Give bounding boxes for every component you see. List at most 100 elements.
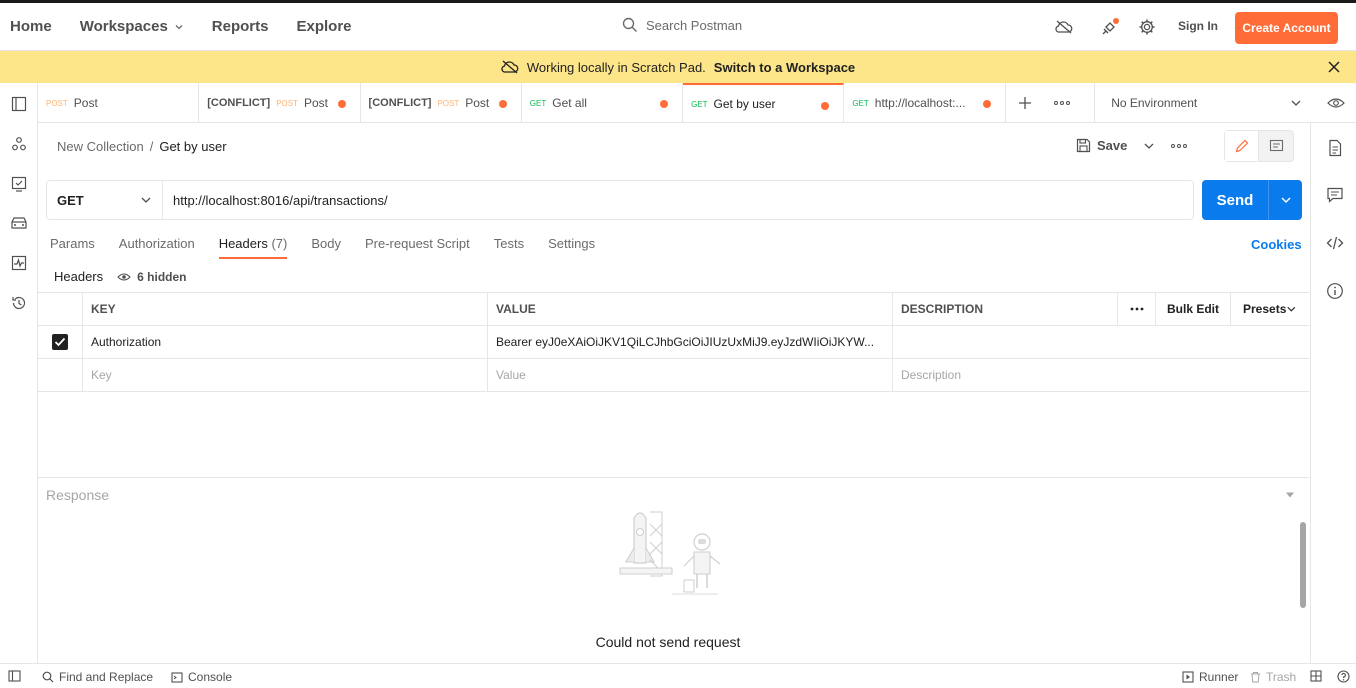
nav-reports[interactable]: Reports [212, 18, 269, 35]
console-icon [171, 671, 183, 683]
send-options-button[interactable] [1269, 180, 1302, 220]
send-button[interactable]: Send [1202, 180, 1269, 220]
code-icon[interactable] [1326, 234, 1344, 252]
header-description-cell[interactable] [893, 326, 1309, 358]
save-label: Save [1097, 138, 1128, 153]
description-input[interactable]: Description [893, 359, 1309, 391]
breadcrumb-request[interactable]: Get by user [159, 139, 226, 154]
tab-authorization[interactable]: Authorization [119, 236, 195, 259]
response-panel-header[interactable]: Response [38, 477, 1309, 511]
cloud-off-icon [501, 60, 519, 74]
tab-method: GET [691, 99, 708, 109]
find-replace-label: Find and Replace [59, 670, 154, 684]
save-button[interactable]: Save [1076, 138, 1127, 153]
tab-params[interactable]: Params [50, 236, 95, 259]
tab-conflict-post[interactable]: [CONFLICT] POST Post [361, 83, 522, 123]
chevron-down-icon [1287, 306, 1296, 312]
create-account-button[interactable]: Create Account [1235, 12, 1338, 44]
method-label: GET [57, 192, 84, 208]
tab-headers[interactable]: Headers (7) [218, 236, 288, 259]
layout-icon[interactable] [1310, 670, 1322, 682]
more-icon[interactable] [1053, 100, 1070, 105]
history-icon[interactable] [10, 294, 28, 312]
method-select[interactable]: GET [47, 181, 163, 219]
nav-explore[interactable]: Explore [296, 18, 351, 35]
presets-dropdown[interactable]: Presets [1231, 293, 1309, 325]
nav-home[interactable]: Home [10, 18, 52, 35]
satellite-icon[interactable] [1100, 17, 1120, 37]
table-more-button[interactable] [1118, 293, 1156, 325]
header-key-cell[interactable]: Authorization [83, 326, 488, 358]
apis-icon[interactable] [10, 135, 28, 153]
tab-method: GET [529, 98, 547, 108]
edit-mode-button[interactable] [1225, 131, 1259, 161]
chevron-down-icon[interactable] [1143, 140, 1155, 152]
key-input[interactable]: Key [83, 359, 488, 391]
comment-mode-button[interactable] [1259, 131, 1293, 161]
collections-icon[interactable] [10, 95, 28, 113]
documentation-icon[interactable] [1326, 139, 1344, 157]
tab-label: Post [73, 96, 98, 110]
url-input[interactable]: http://localhost:8016/api/transactions/ [163, 193, 388, 208]
nav-workspaces[interactable]: Workspaces [80, 18, 184, 35]
tab-actions [1006, 83, 1096, 122]
monitors-icon[interactable] [10, 254, 28, 272]
switch-workspace-link[interactable]: Switch to a Workspace [714, 60, 855, 75]
mock-servers-icon[interactable] [10, 214, 28, 232]
environment-select[interactable]: No Environment [1095, 83, 1316, 122]
runner-button[interactable]: Runner [1182, 670, 1238, 684]
find-replace-button[interactable]: Find and Replace [42, 670, 153, 684]
sign-in-link[interactable]: Sign In [1178, 19, 1218, 33]
comments-icon[interactable] [1326, 186, 1344, 204]
column-value: VALUE [488, 293, 893, 325]
tab-method: GET [852, 98, 869, 108]
header-value-cell[interactable]: Bearer eyJ0eXAiOiJKV1QiLCJhbGciOiJIUzUxM… [488, 326, 893, 358]
response-scrollbar[interactable] [1300, 522, 1306, 608]
bulk-edit-button[interactable]: Bulk Edit [1156, 293, 1231, 325]
search-icon [42, 671, 54, 683]
tab-get-localhost[interactable]: GET http://localhost:... [844, 83, 1006, 123]
tab-get-all[interactable]: GET Get all [522, 83, 684, 123]
tab-label: Get by user [713, 97, 776, 111]
view-mode-toggle [1224, 130, 1294, 162]
tab-headers-label: Headers [218, 236, 268, 251]
banner-text: Working locally in Scratch Pad. [526, 59, 706, 75]
left-sidebar [0, 83, 38, 663]
headers-subheader: Headers 6 hidden [54, 269, 186, 284]
request-url-bar: GET http://localhost:8016/api/transactio… [46, 180, 1194, 220]
environment-quick-look[interactable] [1316, 83, 1356, 122]
environments-icon[interactable] [10, 175, 28, 193]
hidden-headers-count: 6 hidden [137, 269, 187, 284]
trash-button[interactable]: Trash [1250, 670, 1296, 684]
search-postman[interactable]: Search Postman [622, 17, 742, 33]
more-icon[interactable] [1171, 143, 1188, 148]
info-icon[interactable] [1326, 282, 1344, 300]
comment-icon [1269, 139, 1283, 152]
close-icon[interactable] [1326, 59, 1342, 75]
trash-icon [1251, 672, 1260, 683]
tab-body[interactable]: Body [311, 236, 341, 259]
tab-post[interactable]: POST Post [38, 83, 200, 123]
tab-get-by-user[interactable]: GET Get by user [683, 83, 845, 123]
tab-label: Get all [552, 96, 587, 110]
tab-tests[interactable]: Tests [494, 236, 524, 259]
row-enabled-checkbox[interactable] [38, 326, 83, 358]
unsaved-dot [337, 100, 346, 108]
value-input[interactable]: Value [488, 359, 893, 391]
plus-icon[interactable] [1018, 96, 1032, 110]
console-button[interactable]: Console [171, 670, 232, 684]
tab-prerequest-script[interactable]: Pre-request Script [365, 236, 470, 259]
tab-conflict-post[interactable]: [CONFLICT] POST Post [199, 83, 361, 123]
tab-label: http://localhost:... [874, 96, 966, 110]
sidebar-toggle-icon[interactable] [8, 670, 21, 682]
cookies-link[interactable]: Cookies [1251, 237, 1302, 252]
gear-icon[interactable] [1137, 17, 1157, 37]
presets-label: Presets [1243, 302, 1287, 316]
help-icon[interactable] [1337, 670, 1350, 683]
caret-down-icon[interactable] [1285, 491, 1295, 499]
hidden-headers-toggle[interactable]: 6 hidden [117, 270, 186, 284]
breadcrumb-collection[interactable]: New Collection [57, 139, 144, 154]
tab-settings[interactable]: Settings [548, 236, 595, 259]
checkmark-icon [54, 337, 66, 347]
cloud-off-icon[interactable] [1054, 17, 1074, 37]
